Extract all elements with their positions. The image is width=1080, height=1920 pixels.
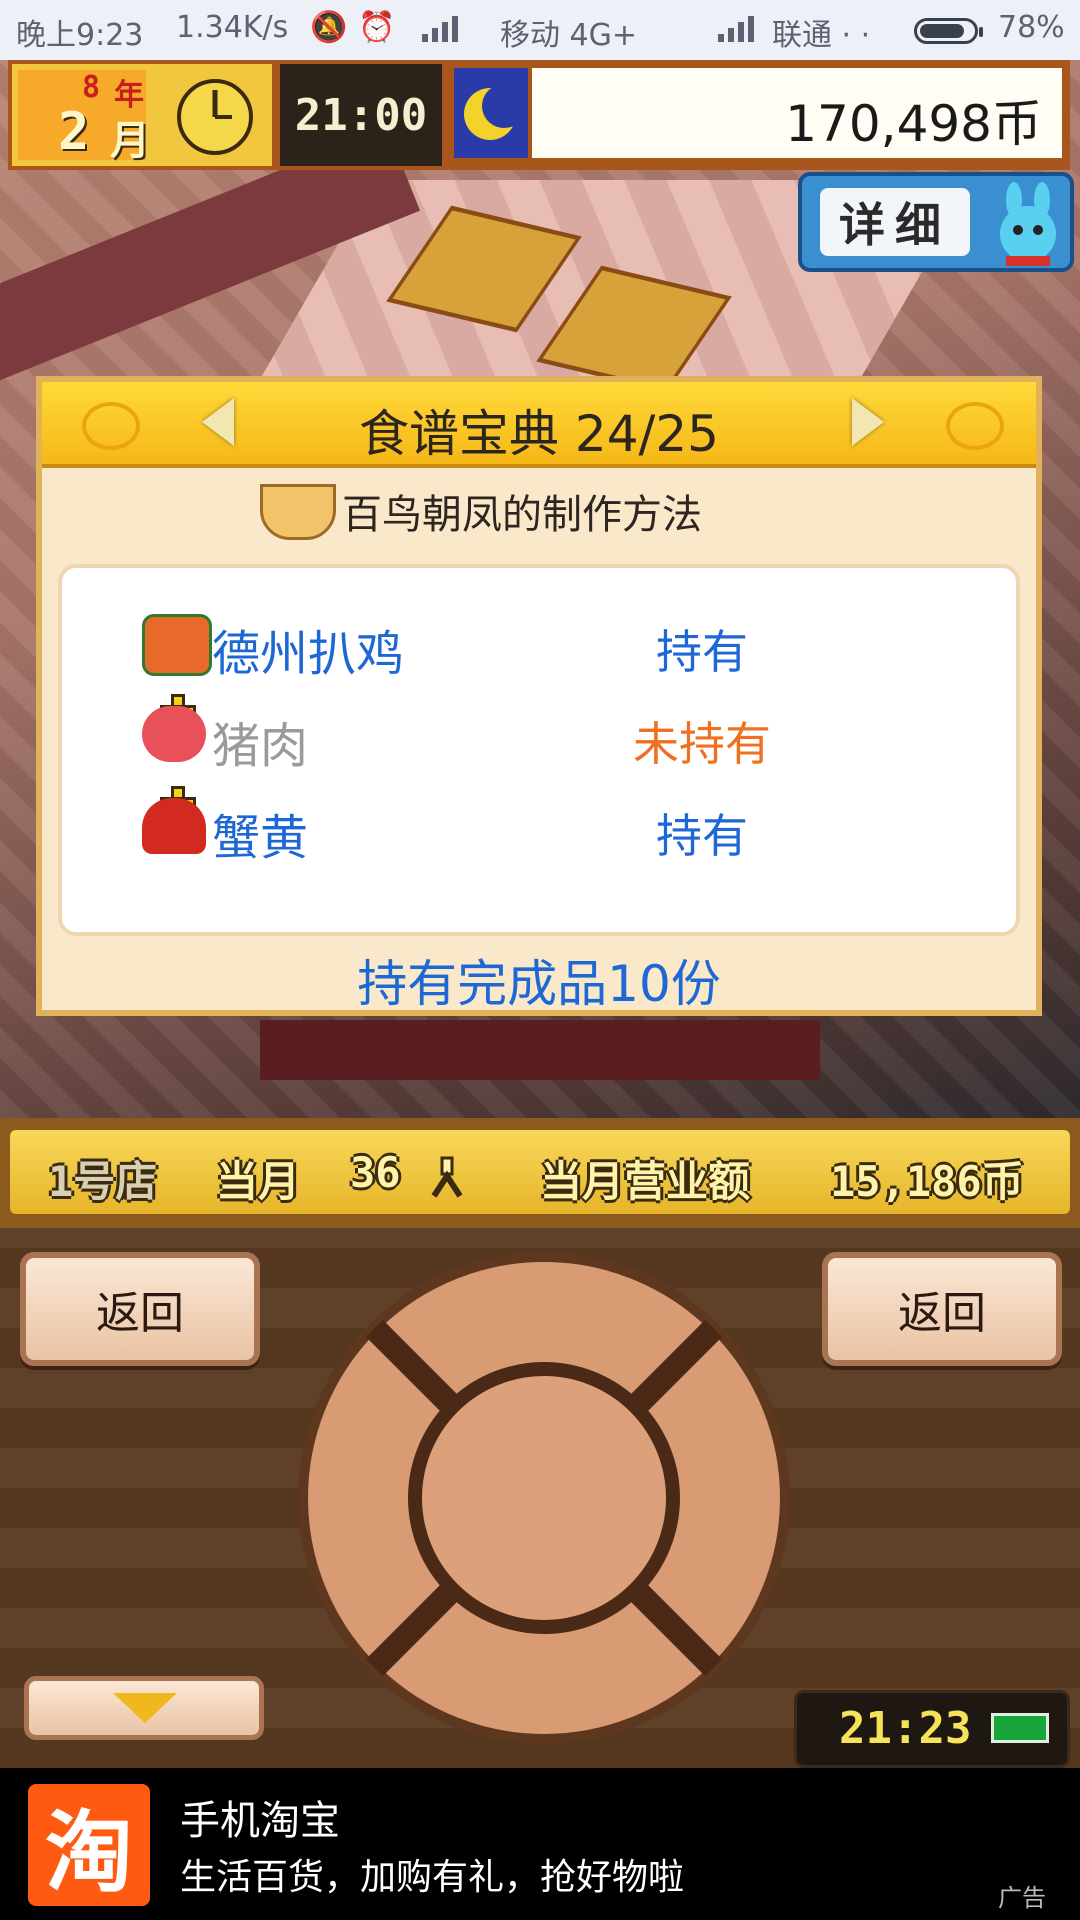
ingredient-name: 德州扒鸡 xyxy=(212,626,405,682)
mute-icon: 🔕 xyxy=(310,10,348,45)
money-box: 170,498币 xyxy=(532,68,1062,158)
status-carrier2: 联通 · · xyxy=(772,18,871,53)
visitor-count: 36 xyxy=(350,1148,401,1197)
ingredient-name: 蟹黄 xyxy=(212,810,309,866)
menu-down-button[interactable] xyxy=(24,1676,264,1740)
moon-icon xyxy=(454,68,528,158)
calendar: 8 年 2 月 xyxy=(18,70,150,164)
game-time: 21:00 xyxy=(276,60,446,170)
alarm-icon: ⏰ xyxy=(358,10,396,45)
controller-area: 返回 返回 21:23 xyxy=(0,1228,1080,1768)
roast-chicken-icon xyxy=(142,614,212,676)
status-time: 晚上9:23 xyxy=(16,18,144,53)
crab-icon xyxy=(142,798,206,854)
dish-icon xyxy=(260,484,336,540)
ingredient-row[interactable]: 德州扒鸡 持有 xyxy=(62,606,1016,686)
status-bar: 晚上9:23 1.34K/s 🔕 ⏰ 移动 4G+ 联通 · · 78% xyxy=(0,0,1080,60)
status-battery: 78% xyxy=(998,10,1065,45)
ad-banner[interactable]: 淘 手机淘宝 生活百货，加购有礼，抢好物啦 广告 xyxy=(0,1768,1080,1920)
recipe-book-title: 食谱宝典 24/25 xyxy=(359,405,719,463)
status-net-speed: 1.34K/s xyxy=(176,10,289,45)
dpad[interactable] xyxy=(298,1252,790,1744)
person-icon xyxy=(431,1156,463,1198)
back-button-right[interactable]: 返回 xyxy=(822,1252,1062,1366)
recipe-book-header: 食谱宝典 24/25 xyxy=(42,382,1036,468)
date-panel: 8 年 2 月 xyxy=(8,60,276,170)
store-label: 1号店 xyxy=(48,1157,158,1206)
ingredient-row[interactable]: 猪肉 未持有 xyxy=(62,698,1016,778)
ingredient-status: 持有 xyxy=(656,625,748,679)
detail-label: 详细 xyxy=(820,188,970,256)
money-value: 170,498币 xyxy=(785,95,1042,153)
taobao-logo[interactable]: 淘 xyxy=(28,1784,150,1906)
device-clock: 21:23 xyxy=(794,1690,1070,1768)
next-page-arrow-icon[interactable] xyxy=(852,398,884,446)
recipe-book-panel: 食谱宝典 24/25 百鸟朝凤的制作方法 德州扒鸡 持有 猪肉 未持有 蟹黄 持… xyxy=(36,376,1042,1016)
ingredient-name: 猪肉 xyxy=(212,718,309,774)
detail-button[interactable]: 详细 xyxy=(798,172,1074,272)
clock-time: 21:23 xyxy=(839,1703,972,1754)
dpad-center-button[interactable] xyxy=(408,1362,680,1634)
ad-title[interactable]: 手机淘宝 xyxy=(180,1788,340,1846)
back-button-left[interactable]: 返回 xyxy=(20,1252,260,1366)
battery-icon xyxy=(991,1713,1049,1743)
battery-icon xyxy=(914,18,983,44)
month-number: 2 xyxy=(58,102,90,162)
month-label: 月 xyxy=(110,118,150,164)
shop-info-bar: 1号店 当月 36 当月营业额 15,186币 xyxy=(0,1118,1080,1228)
lower-wall xyxy=(260,1020,820,1080)
ingredient-list: 德州扒鸡 持有 猪肉 未持有 蟹黄 持有 xyxy=(58,564,1020,936)
year-number: 8 xyxy=(82,70,101,105)
revenue-label: 当月营业额 xyxy=(540,1157,751,1206)
ingredient-row[interactable]: 蟹黄 持有 xyxy=(62,790,1016,870)
signal-icon-2 xyxy=(718,16,754,42)
signal-icon xyxy=(422,16,458,42)
owned-count: 持有完成品10份 xyxy=(357,955,721,1013)
ingredient-status: 持有 xyxy=(656,809,748,863)
pork-icon xyxy=(142,706,206,762)
ad-tag: 广告 xyxy=(998,1884,1046,1912)
status-carrier1: 移动 4G+ xyxy=(500,18,638,53)
down-arrow-icon xyxy=(113,1693,177,1723)
clock-icon xyxy=(177,79,253,155)
month-label: 当月 xyxy=(216,1157,301,1206)
ad-description[interactable]: 生活百货，加购有礼，抢好物啦 xyxy=(180,1848,684,1900)
rabbit-mascot-icon xyxy=(1000,182,1056,266)
shop-info-inner: 1号店 当月 36 当月营业额 15,186币 xyxy=(10,1130,1070,1214)
ingredient-status: 未持有 xyxy=(633,717,771,771)
revenue-value: 15,186币 xyxy=(830,1157,1024,1206)
money-panel: 170,498币 xyxy=(446,60,1070,170)
recipe-name: 百鸟朝凤的制作方法 xyxy=(342,492,702,538)
